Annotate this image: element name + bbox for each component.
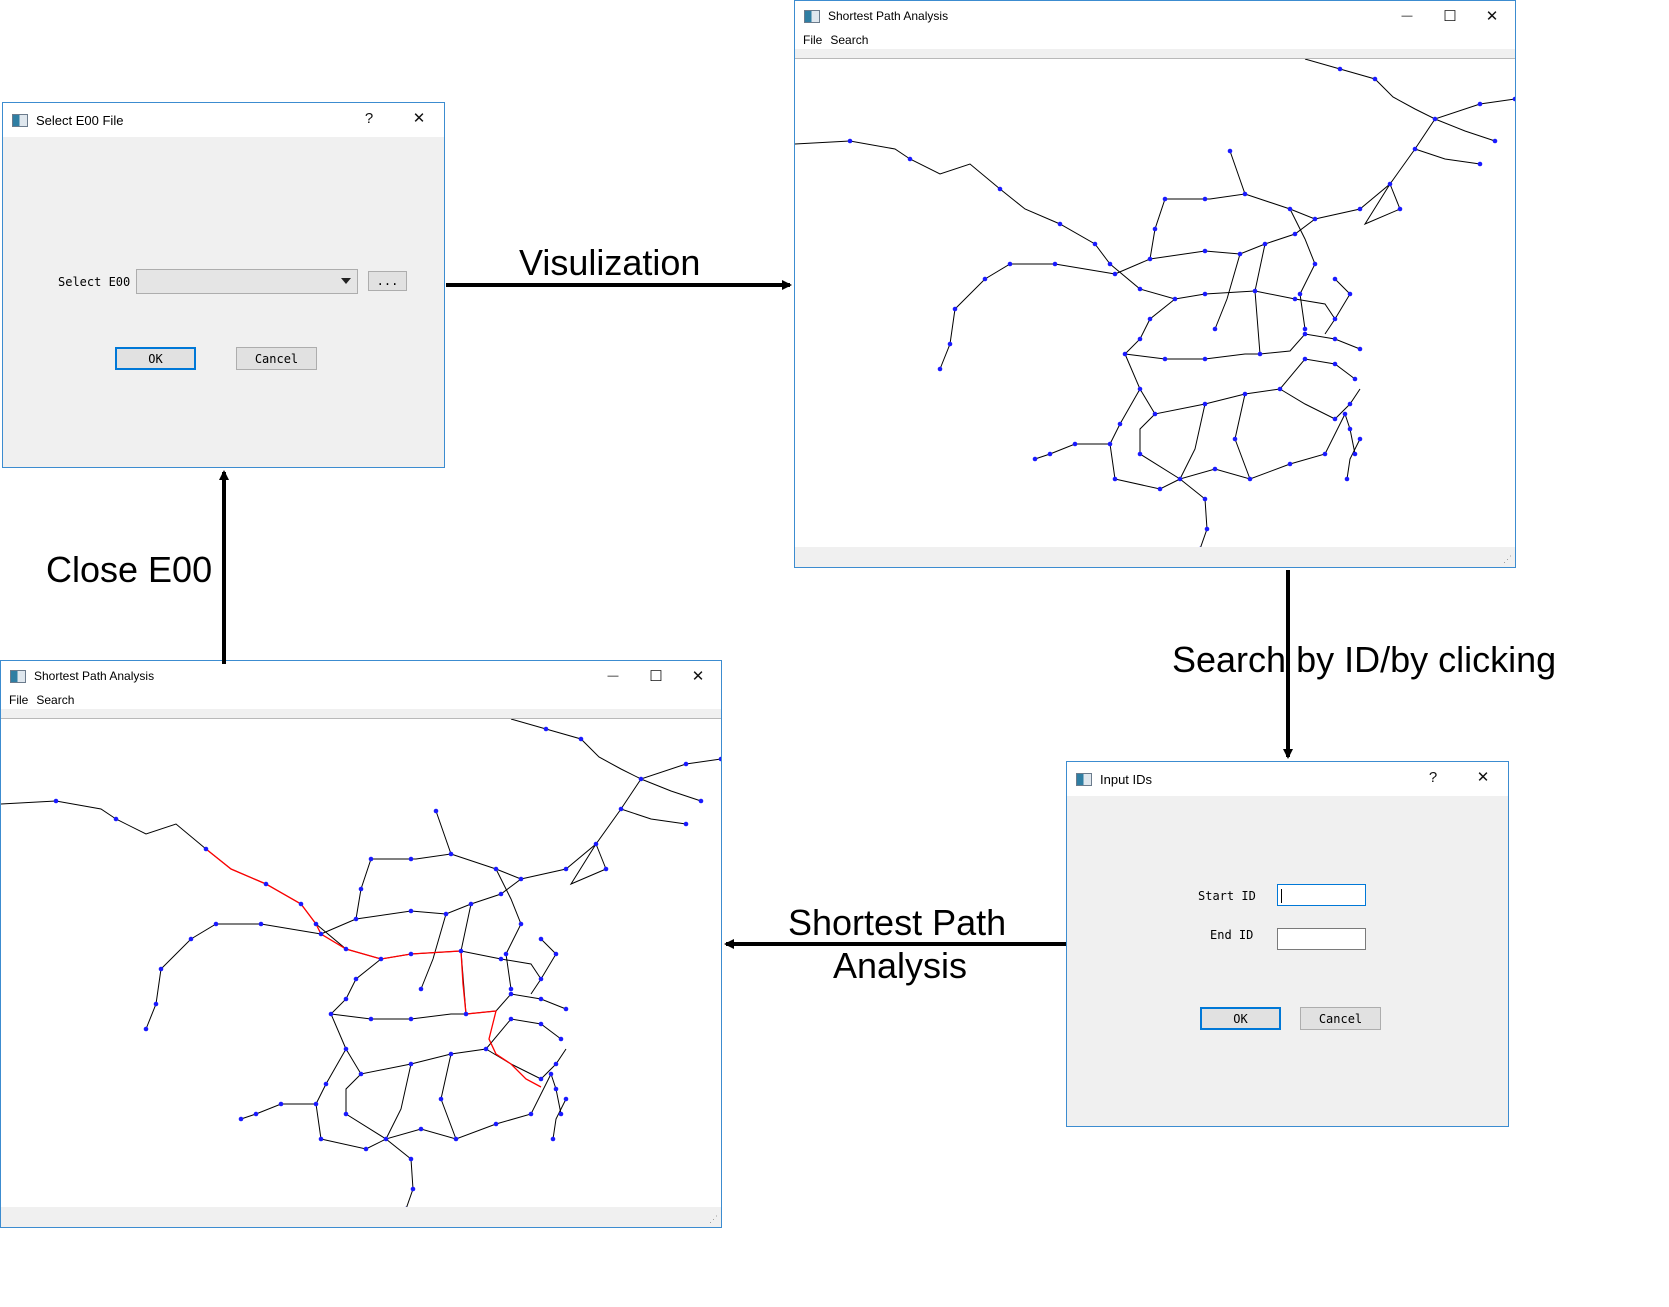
shortest-path-label-line2: Analysis — [833, 945, 968, 986]
shortest-path-label-line1: Shortest Path — [788, 902, 1007, 943]
close-e00-label: Close E00 — [46, 549, 213, 590]
visualization-label: Visulization — [519, 242, 701, 283]
search-label: Search by ID/by clicking — [1172, 639, 1557, 680]
